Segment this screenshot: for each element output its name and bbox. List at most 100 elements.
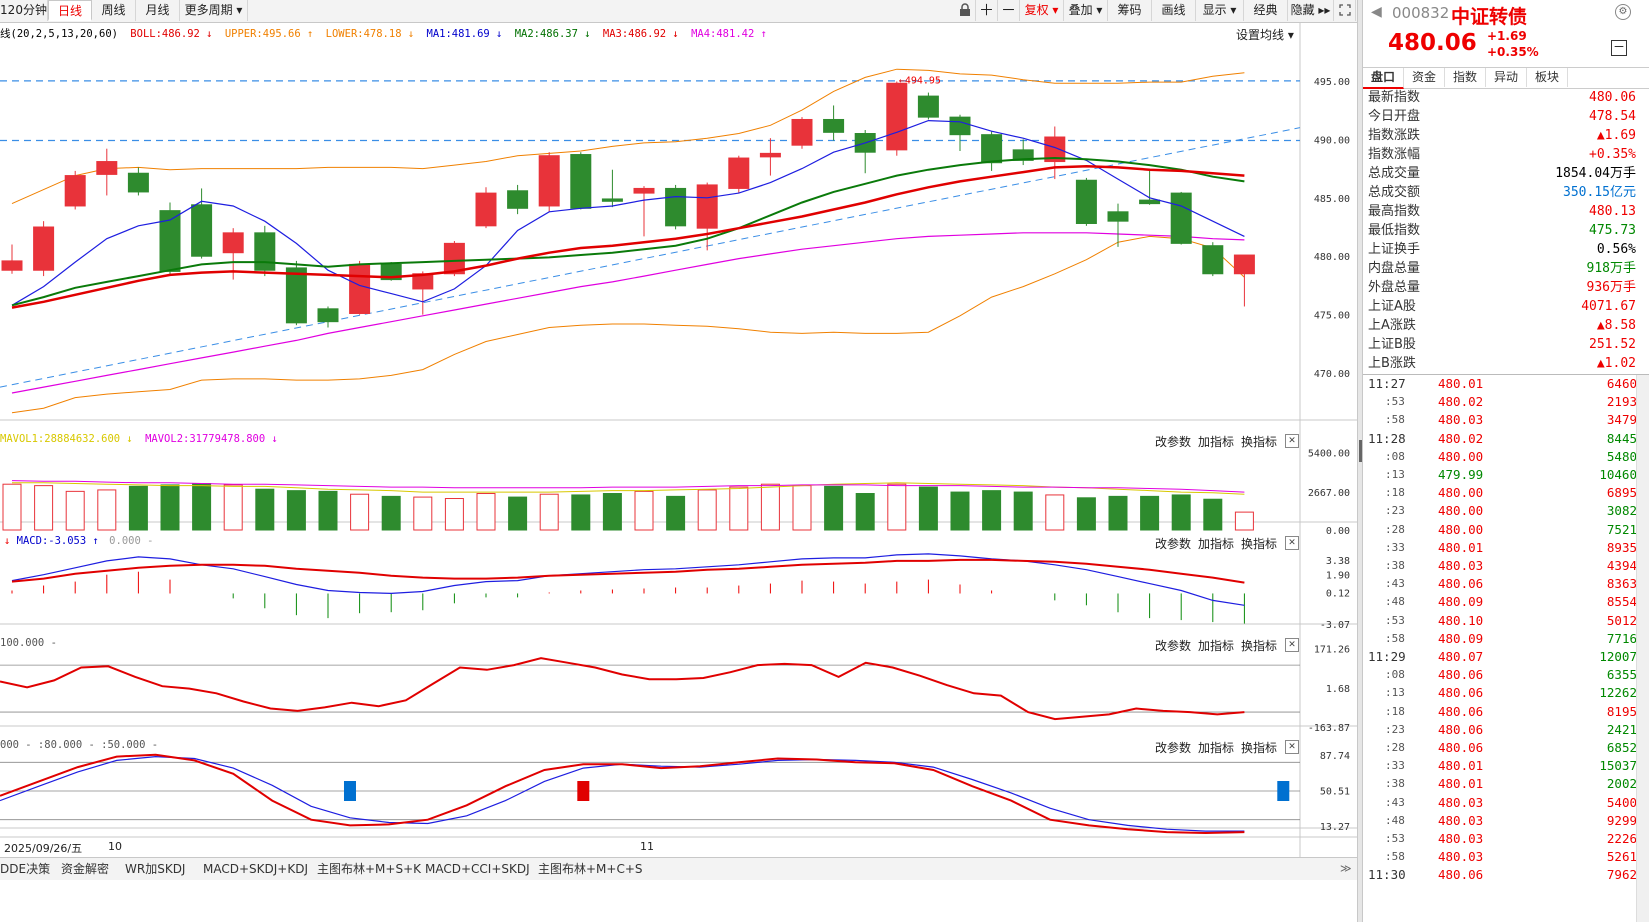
quote-row-label: 最高指数 <box>1368 204 1421 219</box>
lock-icon[interactable] <box>954 0 976 21</box>
tab-dde[interactable]: DDE决策 <box>0 858 50 880</box>
volume-edit-params-button[interactable]: 改参数 <box>1155 433 1191 450</box>
tick-row: :23 480.00 3082 <box>1363 502 1649 520</box>
cci-legend: 100.000 - <box>0 637 57 649</box>
overlay-dropdown[interactable]: 叠加 ▾ <box>1064 0 1108 21</box>
macd-close-icon[interactable]: ✕ <box>1285 536 1299 550</box>
chips-button[interactable]: 筹码 <box>1108 0 1152 21</box>
legend-ma4: MA4:481.42 ↑ <box>691 28 767 40</box>
macd-add-indicator-button[interactable]: 加指标 <box>1198 535 1234 552</box>
fullscreen-icon[interactable] <box>1334 0 1356 21</box>
period-weekly-button[interactable]: 周线 <box>92 0 136 21</box>
cci-add-indicator-button[interactable]: 加指标 <box>1198 637 1234 654</box>
tick-time: 11:29 <box>1368 649 1406 664</box>
tick-time: :38 <box>1385 777 1405 791</box>
tab-index[interactable]: 指数 <box>1445 68 1486 87</box>
quote-row: 上证A股 4071.67 <box>1368 297 1636 316</box>
volume-swap-indicator-button[interactable]: 换指标 <box>1241 433 1277 450</box>
kdj-k-line <box>0 753 1245 835</box>
tab-anomaly[interactable]: 异动 <box>1486 68 1527 87</box>
tick-price: 480.06 <box>1438 576 1484 592</box>
macd-swap-indicator-button[interactable]: 换指标 <box>1241 535 1277 552</box>
tick-time: :53 <box>1385 395 1405 409</box>
tab-funds[interactable]: 资金解密 <box>61 858 109 880</box>
collapse-icon[interactable]: － <box>1611 40 1627 56</box>
tick-price: 479.99 <box>1438 467 1484 482</box>
tick-row: :48 480.03 9299 <box>1363 812 1649 830</box>
tick-time: :13 <box>1385 686 1405 700</box>
tab-sector[interactable]: 板块 <box>1527 68 1568 87</box>
tab-macd-skdj-kdj[interactable]: MACD+SKDJ+KDJ <box>203 858 308 880</box>
stock-name: 中证转债 <box>1451 6 1528 28</box>
volume-bar <box>381 495 401 531</box>
zoom-out-icon[interactable]: － <box>998 0 1020 21</box>
quote-tabs: 盘口 资金 指数 异动 板块 <box>1363 67 1649 89</box>
kdj-add-indicator-button[interactable]: 加指标 <box>1198 739 1234 756</box>
price-axis-label: 485.00 <box>1314 194 1350 205</box>
hide-panel-button[interactable]: 隐藏 ▸▸ <box>1288 0 1334 21</box>
candle-body <box>1202 245 1224 275</box>
display-dropdown[interactable]: 显示 ▾ <box>1196 0 1244 21</box>
period-monthly-button[interactable]: 月线 <box>136 0 180 21</box>
quote-row-label: 今日开盘 <box>1368 109 1421 124</box>
tab-capital[interactable]: 资金 <box>1404 68 1445 87</box>
quote-row-label: 总成交额 <box>1368 185 1421 200</box>
cci-swap-indicator-button[interactable]: 换指标 <box>1241 637 1277 654</box>
legend-boll: BOLL:486.92 ↓ <box>130 28 213 40</box>
tab-boll-msk[interactable]: 主图布林+M+S+K <box>317 858 421 880</box>
period-daily-button[interactable]: 日线 <box>48 0 92 21</box>
candle-body <box>570 154 592 209</box>
volume-bar <box>634 490 654 531</box>
cci-edit-params-button[interactable]: 改参数 <box>1155 637 1191 654</box>
macd-legend: ↓ MACD:-3.053 ↑ 0.000 - <box>4 535 154 547</box>
volume-bar <box>950 491 970 531</box>
tick-price: 480.06 <box>1438 867 1484 883</box>
cci-close-icon[interactable]: ✕ <box>1285 638 1299 652</box>
quote-row-value: 918万手 <box>1586 261 1636 276</box>
volume-bar <box>2 483 22 531</box>
candle-body <box>917 95 939 118</box>
period-120min-button[interactable]: 120分钟 <box>0 0 48 21</box>
prev-stock-icon[interactable]: ◀ <box>1371 4 1382 20</box>
cci-line <box>0 657 1245 721</box>
tick-price: 480.02 <box>1438 430 1484 446</box>
quote-row-value: 4071.67 <box>1581 299 1636 314</box>
candle-body <box>96 161 118 175</box>
tick-scrollbar[interactable] <box>1636 375 1649 922</box>
tabs-scroll-right-icon[interactable]: ≫ <box>1340 858 1352 880</box>
more-periods-dropdown[interactable]: 更多周期 ▾ <box>180 0 248 21</box>
candle-body <box>633 187 655 194</box>
tab-macd-cci-skdj[interactable]: MACD+CCI+SKDJ <box>425 858 530 880</box>
volume-bar <box>476 493 496 531</box>
tick-volume: 8445 <box>1606 430 1637 446</box>
ma-settings-button[interactable]: 设置均线 ▾ <box>1236 26 1294 43</box>
tab-orderbook[interactable]: 盘口 <box>1363 68 1404 89</box>
kdj-edit-params-button[interactable]: 改参数 <box>1155 739 1191 756</box>
candle-body <box>1233 254 1255 275</box>
settings-gear-icon[interactable]: ⚙ <box>1615 4 1631 20</box>
kdj-swap-indicator-button[interactable]: 换指标 <box>1241 739 1277 756</box>
date-axis-start: 2025/09/26/五 <box>4 842 83 855</box>
kdj-legend: 000 - :80.000 - :50.000 - <box>0 739 159 751</box>
tab-wr-skdj[interactable]: WR加SKDJ <box>125 858 185 880</box>
splitter-handle[interactable] <box>1359 440 1362 462</box>
kdj-close-icon[interactable]: ✕ <box>1285 740 1299 754</box>
volume-close-icon[interactable]: ✕ <box>1285 434 1299 448</box>
zoom-in-icon[interactable]: ＋ <box>976 0 998 21</box>
candle-body <box>1107 211 1129 222</box>
candle-body <box>1 260 23 271</box>
tick-row: :13 479.99 10460 <box>1363 466 1649 484</box>
tab-boll-mcs[interactable]: 主图布林+M+C+S <box>538 858 643 880</box>
tick-row: :43 480.03 5400 <box>1363 794 1649 812</box>
tick-time: :08 <box>1385 668 1405 682</box>
macd-edit-params-button[interactable]: 改参数 <box>1155 535 1191 552</box>
tick-time: :58 <box>1385 850 1405 864</box>
candle-body <box>33 226 55 271</box>
classic-button[interactable]: 经典 <box>1244 0 1288 21</box>
adjust-rights-dropdown[interactable]: 复权 ▾ <box>1020 0 1064 21</box>
volume-add-indicator-button[interactable]: 加指标 <box>1198 433 1234 450</box>
quote-row-label: 指数涨幅 <box>1368 147 1421 162</box>
kline-chart-area[interactable]: ←494.95 495.00 490.00 485.00 480.00 475.00 47… <box>0 22 1357 858</box>
tick-volume: 7962 <box>1606 867 1637 883</box>
draw-line-button[interactable]: 画线 <box>1152 0 1196 21</box>
